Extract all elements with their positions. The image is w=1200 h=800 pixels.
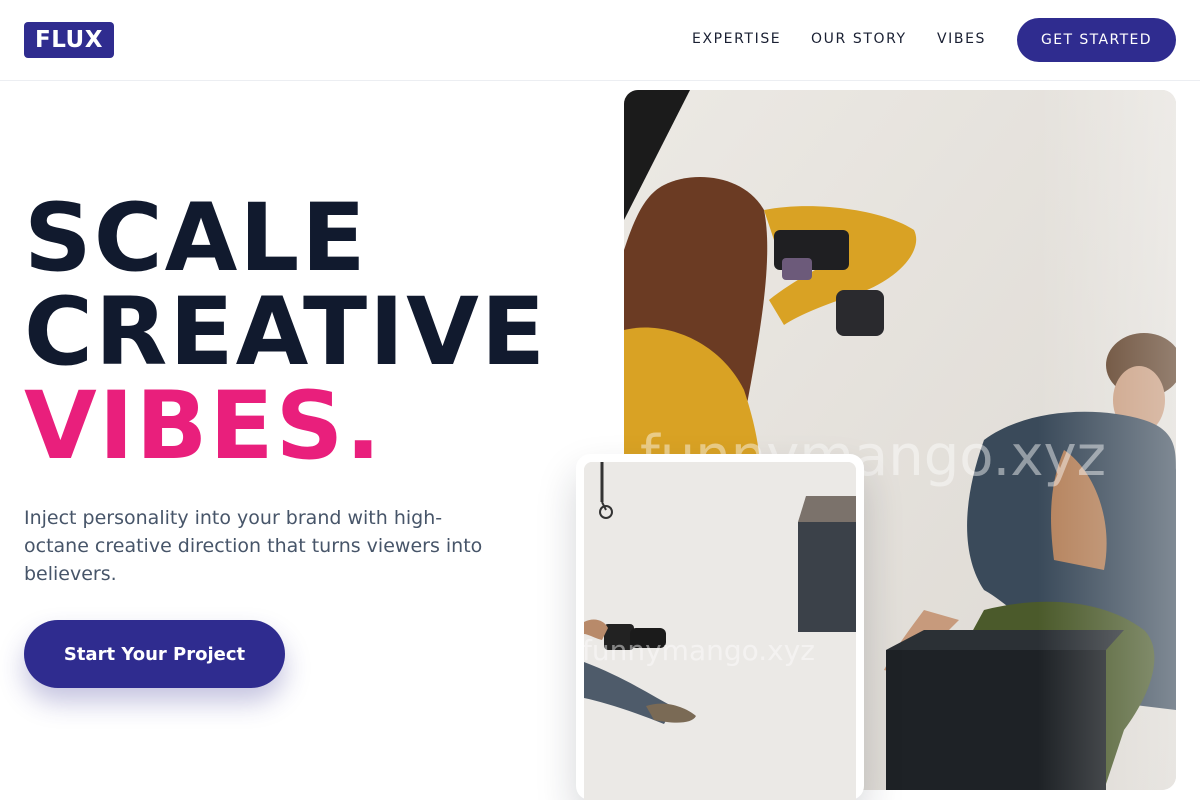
inset-photo-card: funnymango.xyz (576, 454, 864, 800)
start-your-project-button[interactable]: Start Your Project (24, 620, 285, 688)
photographer-floor-illustration: funnymango.xyz (584, 462, 856, 800)
inset-photo-watermark: funnymango.xyz (584, 634, 815, 667)
nav-link-our-story[interactable]: OUR STORY (811, 31, 907, 47)
top-navigation-bar: FLUX EXPERTISE OUR STORY VIBES GET START… (0, 0, 1200, 81)
hero-headline: SCALE CREATIVE VIBES. (24, 192, 547, 474)
headline-line-2: CREATIVE (24, 278, 548, 387)
headline-line-3: VIBES. (24, 372, 383, 481)
get-started-button[interactable]: GET STARTED (1017, 18, 1176, 62)
photographer-floor-image: funnymango.xyz (584, 462, 856, 800)
hero-description: Inject personality into your brand with … (24, 507, 483, 585)
flux-logo[interactable]: FLUX (24, 22, 114, 58)
nav-link-expertise[interactable]: EXPERTISE (692, 31, 781, 47)
headline-line-1: SCALE (24, 184, 368, 293)
nav-link-vibes[interactable]: VIBES (937, 31, 986, 47)
